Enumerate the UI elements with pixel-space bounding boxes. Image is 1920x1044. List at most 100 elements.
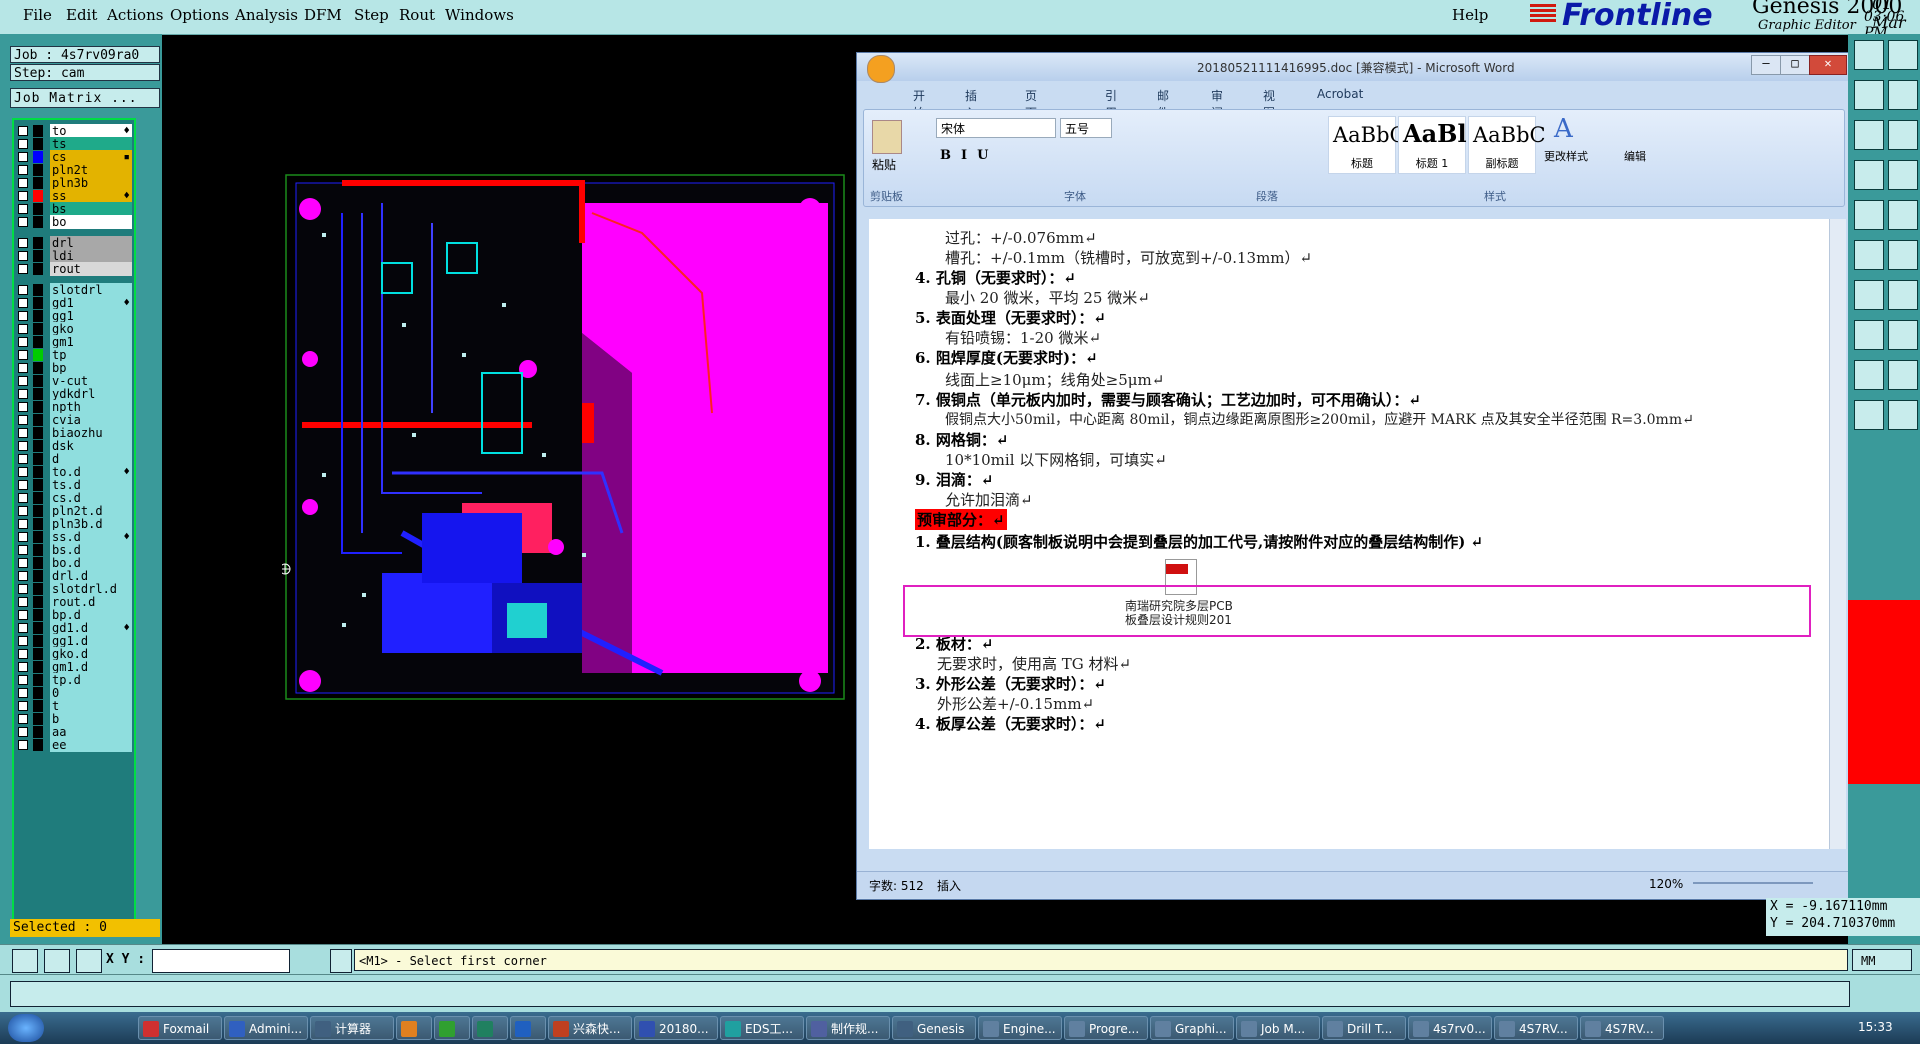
font-name-select[interactable]: 宋体 [936,118,1056,138]
taskbar-button[interactable] [396,1016,432,1040]
layer-row[interactable]: bp.d [16,608,134,622]
layer-row[interactable]: aa [16,725,134,739]
layer-row[interactable]: ss.d ♦ [16,530,134,544]
layer-name[interactable]: bs [50,202,132,216]
menu-rout[interactable]: Rout [399,6,435,24]
layer-name[interactable]: bp.d [50,608,132,622]
layer-checkbox[interactable] [18,636,28,646]
layer-checkbox[interactable] [18,139,28,149]
select-tool-icon[interactable] [12,949,38,973]
layer-row[interactable]: tp [16,348,134,362]
layer-checkbox[interactable] [18,623,28,633]
taskbar-button[interactable] [434,1016,470,1040]
layer-checkbox[interactable] [18,571,28,581]
layer-name[interactable]: npth [50,400,132,414]
layer-name[interactable]: dsk [50,439,132,453]
layer-checkbox[interactable] [18,251,28,261]
snap-tool-icon[interactable] [1854,160,1884,190]
layer-name[interactable]: cs.d [50,491,132,505]
layer-name[interactable]: gd1.d ♦ [50,621,132,635]
layer-row[interactable]: t [16,699,134,713]
insert-mode[interactable]: 插入 [937,877,961,894]
component-tool-icon[interactable] [1888,280,1918,310]
layer-name[interactable]: drl.d [50,569,132,583]
layer-row[interactable]: v-cut [16,374,134,388]
layer-row[interactable]: npth [16,400,134,414]
layer-name[interactable]: gm1 [50,335,132,349]
taskbar-button[interactable]: Drill T... [1322,1016,1406,1040]
change-styles-label[interactable]: 更改样式 [1544,148,1588,164]
taskbar-button[interactable]: 计算器 [310,1016,394,1040]
style-subtitle[interactable]: AaBbC 副标题 [1468,116,1546,174]
tab-acrobat[interactable]: Acrobat [1317,87,1363,101]
menu-file[interactable]: File [23,6,52,24]
view-in-tool-icon[interactable] [1888,40,1918,70]
layer-row[interactable]: 0 [16,686,134,700]
layer-row[interactable]: slotdrl [16,283,134,297]
taskbar-button[interactable]: Graphi... [1150,1016,1234,1040]
paste-icon[interactable] [872,120,902,154]
layer-row[interactable]: b [16,712,134,726]
taskbar-button[interactable] [472,1016,508,1040]
home-tool-icon[interactable] [1854,40,1884,70]
taskbar-button[interactable]: EDS工... [720,1016,804,1040]
layer-row[interactable]: slotdrl.d [16,582,134,596]
measure-tool-icon[interactable] [1888,160,1918,190]
layer-row[interactable]: ydkdrl [16,387,134,401]
drop-tool-icon[interactable] [1888,360,1918,390]
layer-checkbox[interactable] [18,389,28,399]
layer-row[interactable]: gg1.d [16,634,134,648]
layer-checkbox[interactable] [18,217,28,227]
layer-name[interactable]: gd1 ♦ [50,296,132,310]
layer-name[interactable]: t [50,699,132,713]
layer-name[interactable]: pln2t.d [50,504,132,518]
layer-checkbox[interactable] [18,584,28,594]
layer-checkbox[interactable] [18,532,28,542]
format-buttons[interactable]: BIU [940,148,998,163]
taskbar-button[interactable]: Engine... [978,1016,1062,1040]
layer-checkbox[interactable] [18,191,28,201]
layer-name[interactable]: aa [50,725,132,739]
layer-row[interactable]: drl [16,236,134,250]
layer-checkbox[interactable] [18,454,28,464]
layer-checkbox[interactable] [18,376,28,386]
menu-windows[interactable]: Windows [445,6,514,24]
route-tool-icon[interactable] [1888,120,1918,150]
layer-name[interactable]: gko [50,322,132,336]
draw-tool-icon[interactable] [1888,200,1918,230]
job-matrix-button[interactable]: Job Matrix ... [10,88,160,108]
units-button[interactable]: MM [1852,949,1912,971]
close-button[interactable]: ✕ [1809,55,1847,75]
menu-actions[interactable]: Actions [107,6,163,24]
taskbar-button[interactable] [510,1016,546,1040]
bridge-tool-icon[interactable] [1888,240,1918,270]
layer-name[interactable]: v-cut [50,374,132,388]
layer-row[interactable]: gd1 ♦ [16,296,134,310]
layer-row[interactable]: bo.d [16,556,134,570]
layer-row[interactable]: d [16,452,134,466]
taskbar-button[interactable]: Job M... [1236,1016,1320,1040]
layer-checkbox[interactable] [18,740,28,750]
style-heading-1[interactable]: AaBl 标题 1 [1398,116,1467,174]
layer-row[interactable]: drl.d [16,569,134,583]
layer-checkbox[interactable] [18,558,28,568]
layer-name[interactable]: tp [50,348,132,362]
word-count[interactable]: 字数: 512 [869,877,924,894]
layer-checkbox[interactable] [18,350,28,360]
layer-checkbox[interactable] [18,662,28,672]
layer-row[interactable]: gko [16,322,134,336]
style-title[interactable]: AaBbC 标题 [1328,116,1406,174]
pcb-graphic-canvas[interactable] [282,173,848,703]
layer-row[interactable]: gg1 [16,309,134,323]
layer-checkbox[interactable] [18,311,28,321]
layer-checkbox[interactable] [18,545,28,555]
layer-checkbox[interactable] [18,597,28,607]
layer-checkbox[interactable] [18,165,28,175]
taskbar-button[interactable]: 4s7rv0... [1408,1016,1492,1040]
layer-row[interactable]: pln3b.d [16,517,134,531]
document-page[interactable]: 过孔：+/-0.076mm↵ 槽孔：+/-0.1mm（铣槽时，可放宽到+/-0.1… [869,219,1829,849]
arrow-tool-icon[interactable] [1854,360,1884,390]
layer-name[interactable]: gg1 [50,309,132,323]
shape-tool-icon[interactable] [1854,240,1884,270]
xy-input[interactable] [152,949,290,973]
